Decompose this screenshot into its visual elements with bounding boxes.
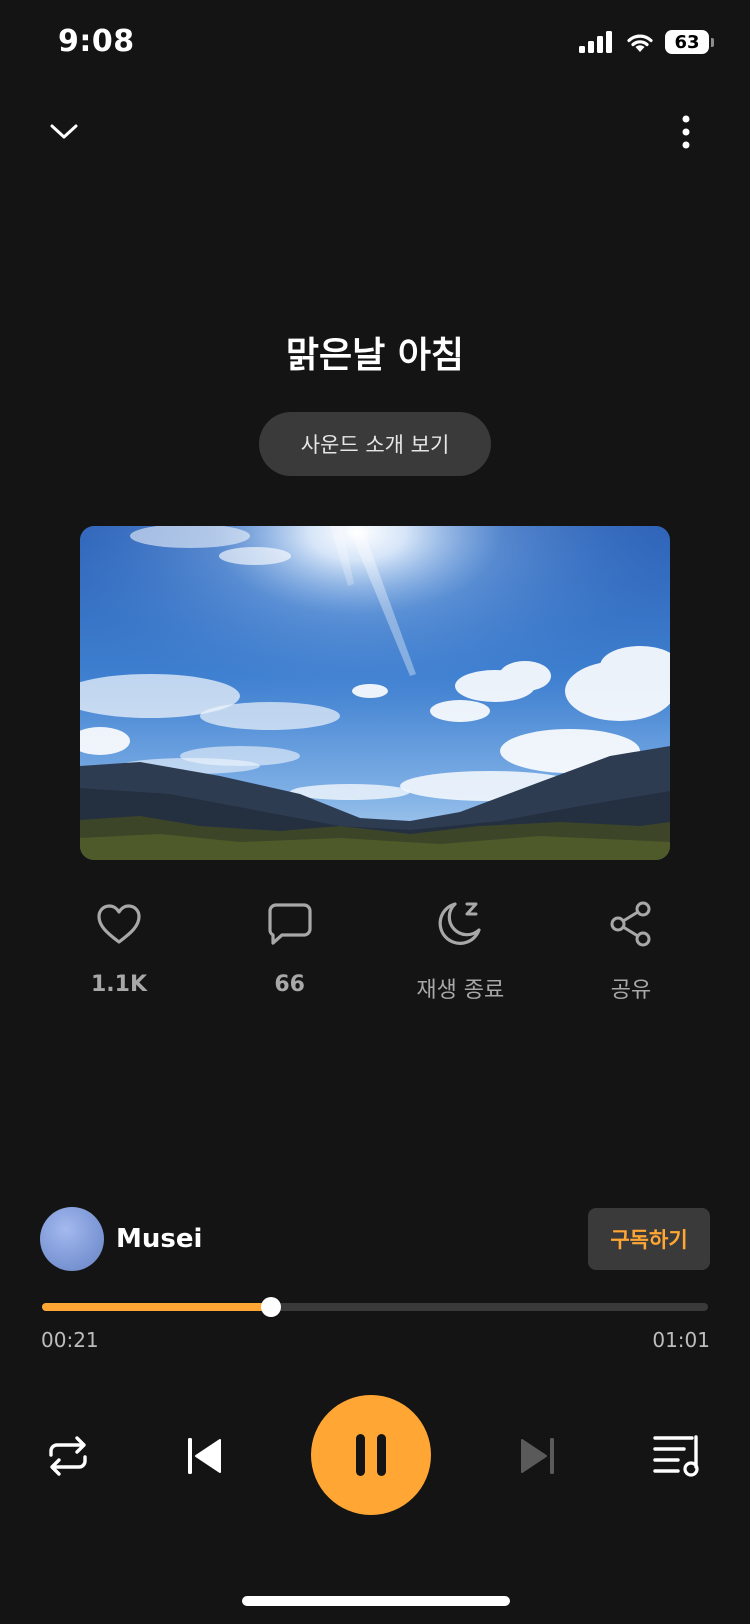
status-icons: 63 [579,30,714,54]
signal-icon [579,31,612,53]
avatar[interactable] [40,1207,104,1271]
next-button[interactable] [508,1426,568,1486]
comment-icon [268,903,312,945]
share-icon [610,901,651,947]
wifi-icon [627,34,653,52]
repeat-button[interactable] [38,1426,98,1486]
battery-indicator: 63 [665,30,714,54]
skip-next-icon [521,1438,554,1474]
sleep-timer-button[interactable]: 재생 종료 [385,898,535,1004]
track-title: 맑은날 아침 [285,335,465,376]
playlist-icon [653,1435,699,1477]
previous-button[interactable] [174,1426,234,1486]
chevron-down-icon [50,124,78,139]
like-button[interactable]: 1.1K [44,898,194,1004]
more-options-button[interactable] [658,104,714,160]
track-artwork [80,526,670,860]
playlist-button[interactable] [646,1426,710,1486]
skip-previous-icon [188,1438,221,1474]
sound-intro-button[interactable]: 사운드 소개 보기 [259,412,491,476]
subscribe-button[interactable]: 구독하기 [588,1208,710,1270]
comment-count: 66 [274,972,305,997]
pause-button[interactable] [311,1395,431,1515]
share-button[interactable]: 공유 [556,898,706,1004]
progress-thumb[interactable] [261,1297,282,1317]
progress-bar[interactable] [42,1297,708,1317]
heart-icon [97,904,141,944]
collapse-button[interactable] [36,104,92,160]
creator-info[interactable]: Musei [40,1207,202,1271]
total-time: 01:01 [652,1328,710,1352]
pause-icon [356,1434,386,1476]
progress-fill [42,1303,272,1311]
creator-name[interactable]: Musei [116,1224,202,1254]
comment-button[interactable]: 66 [215,898,365,1004]
sleep-timer-icon [438,902,481,945]
sleep-timer-label: 재생 종료 [416,978,505,1003]
home-indicator[interactable] [242,1596,510,1606]
share-label: 공유 [610,978,652,1003]
battery-level: 63 [665,30,709,54]
more-vertical-icon [682,115,690,149]
action-row: 1.1K 66 재생 종료 공유 [44,898,706,1004]
current-time: 00:21 [41,1328,99,1352]
like-count: 1.1K [90,972,148,997]
status-time: 9:08 [58,24,135,59]
repeat-icon [49,1436,87,1476]
